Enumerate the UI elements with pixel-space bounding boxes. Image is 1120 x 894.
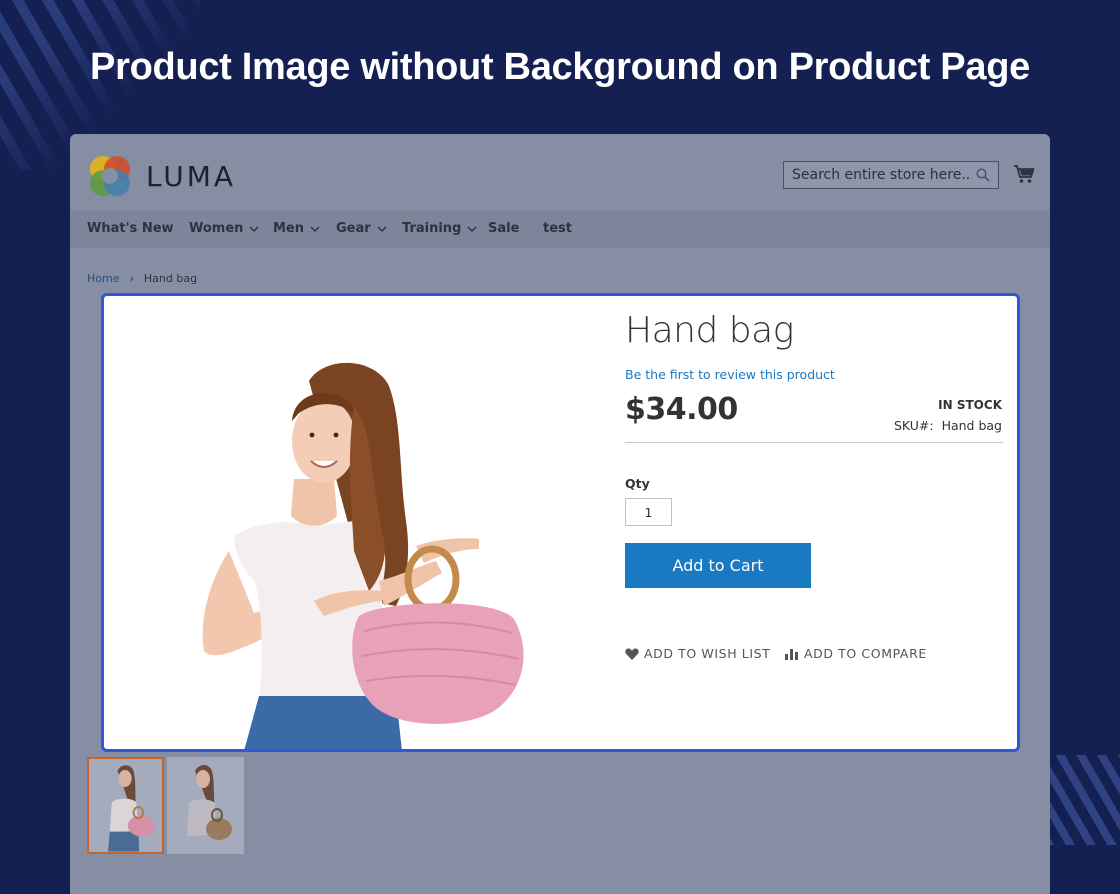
product-price: $34.00 (625, 392, 738, 427)
nav-item-label: Gear (336, 221, 371, 236)
wishlist-label: ADD TO WISH LIST (644, 646, 771, 661)
thumbnail-2[interactable] (167, 757, 244, 854)
luma-logo-icon[interactable] (88, 154, 132, 198)
nav-item-test[interactable]: test (543, 221, 572, 236)
nav-item-label: Women (189, 221, 244, 236)
nav-item-label: Sale (488, 221, 520, 236)
breadcrumb: Home › Hand bag (87, 272, 197, 285)
thumbnail-image (187, 765, 232, 840)
compare-label: ADD TO COMPARE (804, 646, 927, 661)
logo-text[interactable]: LUMA (146, 160, 236, 193)
nav-item-label: Men (273, 221, 305, 236)
sku-value: Hand bag (941, 418, 1002, 433)
review-link[interactable]: Be the first to review this product (625, 367, 835, 382)
breadcrumb-current: Hand bag (143, 272, 198, 285)
compare-icon (785, 649, 798, 660)
divider (625, 442, 1003, 443)
heart-icon (625, 648, 639, 660)
chevron-down-icon (310, 226, 320, 232)
decorative-stripes (1045, 755, 1120, 845)
product-image[interactable] (174, 351, 534, 751)
nav-item-gear[interactable]: Gear (336, 221, 387, 236)
stock-status: IN STOCK (938, 398, 1002, 412)
search-box[interactable] (783, 161, 999, 189)
cart-icon[interactable] (1013, 164, 1035, 184)
nav-item-label: What's New (87, 221, 174, 236)
search-icon[interactable] (976, 168, 990, 182)
breadcrumb-home-link[interactable]: Home (87, 272, 119, 285)
add-to-cart-button[interactable]: Add to Cart (625, 543, 811, 588)
store-header: LUMA (70, 134, 1050, 210)
thumbnail-image (107, 765, 155, 852)
main-navigation: What's New Women Men Gear Training Sale … (70, 210, 1050, 248)
product-info-card: Hand bag Be the first to review this pro… (101, 293, 1020, 752)
chevron-down-icon (249, 226, 259, 232)
sku: SKU#: Hand bag (894, 418, 1002, 433)
breadcrumb-separator-icon: › (129, 272, 134, 285)
add-to-compare-link[interactable]: ADD TO COMPARE (785, 646, 927, 661)
qty-input[interactable] (625, 498, 672, 526)
nav-item-sale[interactable]: Sale (488, 221, 519, 236)
chevron-down-icon (377, 226, 387, 232)
add-to-wishlist-link[interactable]: ADD TO WISH LIST (625, 646, 770, 661)
nav-item-label: Training (402, 221, 462, 236)
nav-item-whats-new[interactable]: What's New (87, 221, 174, 236)
nav-item-label: test (543, 221, 572, 236)
chevron-down-icon (467, 226, 477, 232)
banner-title: Product Image without Background on Prod… (90, 46, 1030, 88)
thumbnail-1[interactable] (87, 757, 164, 854)
nav-item-training[interactable]: Training (402, 221, 477, 236)
sku-label: SKU#: (893, 418, 934, 433)
nav-item-men[interactable]: Men (273, 221, 320, 236)
qty-label: Qty (625, 476, 650, 491)
nav-item-women[interactable]: Women (189, 221, 259, 236)
search-input[interactable] (784, 162, 972, 188)
product-title: Hand bag (625, 310, 794, 351)
